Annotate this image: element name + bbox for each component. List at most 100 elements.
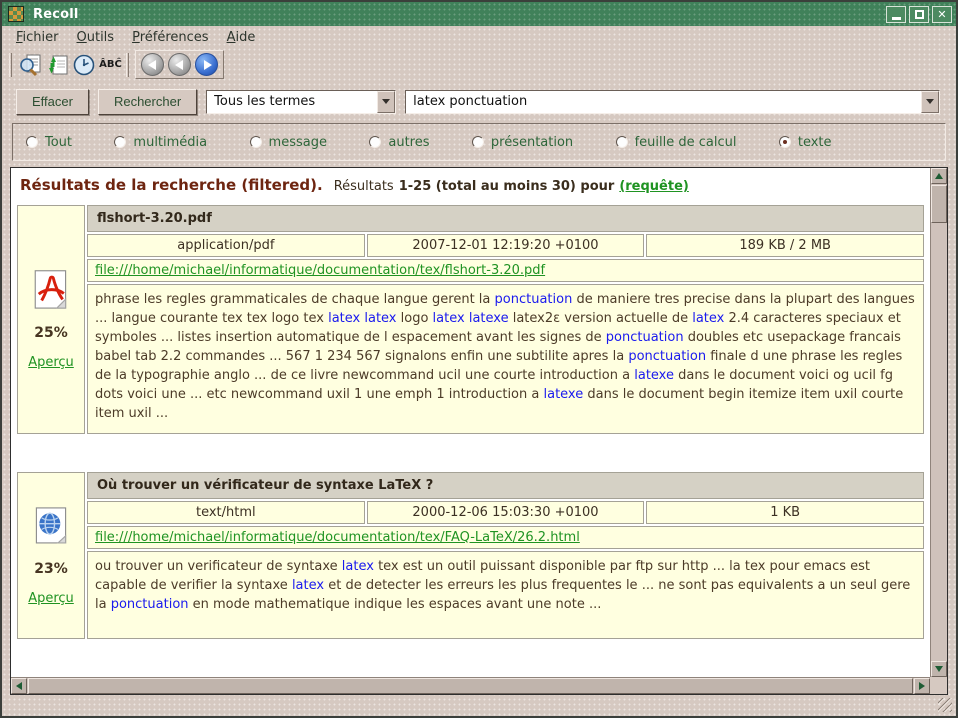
result-size: 189 KB / 2 MB (646, 234, 924, 257)
scroll-up-button[interactable] (931, 168, 947, 184)
results-list: Résultats de la recherche (filtered). Ré… (11, 168, 930, 677)
search-button[interactable]: Rechercher (98, 89, 197, 115)
document-search-icon (18, 53, 42, 77)
search-input[interactable] (406, 91, 921, 113)
result-snippet: ou trouver un verificateur de syntaxe la… (87, 551, 924, 639)
scroll-down-button[interactable] (931, 661, 947, 677)
result-url-link[interactable]: file:///home/michael/informatique/docume… (95, 263, 545, 278)
combobox-dropdown-button[interactable] (921, 91, 939, 113)
close-button[interactable]: ✕ (932, 6, 952, 23)
document-sort-icon (45, 53, 69, 77)
filter-label: autres (388, 135, 429, 150)
filter-label: texte (798, 135, 832, 150)
filter-radio-presentation[interactable]: présentation (472, 135, 573, 150)
window-controls: ✕ (886, 6, 952, 23)
vertical-scroll-track[interactable] (931, 223, 947, 661)
scrollbar-corner (930, 677, 947, 694)
scroll-right-button[interactable] (914, 678, 930, 694)
menu-label: utils (87, 30, 114, 45)
query-combobox[interactable] (405, 90, 940, 114)
result-side-panel: 23% Aperçu (17, 472, 85, 639)
clear-button[interactable]: Effacer (16, 89, 89, 115)
filter-radio-texte[interactable]: texte (779, 135, 832, 150)
combobox-dropdown-button[interactable] (377, 91, 395, 113)
relevance-percent: 25% (34, 325, 68, 341)
menu-label: ide (235, 30, 255, 45)
preview-link[interactable]: Aperçu (28, 355, 74, 370)
result-details: flshort-3.20.pdf application/pdf 2007-12… (87, 205, 924, 434)
sort-parameters-button[interactable] (43, 51, 70, 78)
maximize-button[interactable] (909, 6, 929, 23)
window-titlebar[interactable]: Recoll ✕ (2, 2, 956, 26)
horizontal-scroll-thumb[interactable] (28, 678, 913, 694)
recoll-window: Recoll ✕ Fichier Outils Préférences Aide (0, 0, 958, 718)
result-snippet: phrase les regles grammaticales de chaqu… (87, 284, 924, 434)
window-title: Recoll (33, 7, 79, 22)
search-mode-value: Tous les termes (207, 91, 377, 113)
vertical-scroll-thumb[interactable] (931, 185, 947, 223)
radio-icon (779, 136, 791, 148)
chevron-down-icon (926, 99, 934, 104)
chevron-down-icon (382, 99, 390, 104)
radio-icon (114, 136, 126, 148)
result-item: 23% Aperçu Où trouver un vérificateur de… (17, 472, 924, 639)
filter-radio-autres[interactable]: autres (369, 135, 429, 150)
result-date: 2000-12-06 15:03:30 +0100 (367, 501, 645, 524)
filter-radio-tout[interactable]: Tout (26, 135, 72, 150)
radio-icon (26, 136, 38, 148)
arrow-right-icon (204, 60, 212, 70)
result-url-row: file:///home/michael/informatique/docume… (87, 526, 924, 549)
result-meta-row: application/pdf 2007-12-01 12:19:20 +010… (87, 234, 924, 257)
result-date: 2007-12-01 12:19:20 +0100 (367, 234, 645, 257)
result-url-link[interactable]: file:///home/michael/informatique/docume… (95, 530, 580, 545)
menu-item-aide[interactable]: Aide (218, 27, 265, 48)
filter-radio-feuille-de-calcul[interactable]: feuille de calcul (616, 135, 737, 150)
arrow-down-icon (935, 666, 943, 672)
arrow-left-icon (175, 60, 183, 70)
arrow-right-icon (919, 682, 925, 690)
resize-grip-icon[interactable] (938, 698, 952, 712)
arrow-left-icon (148, 60, 156, 70)
arrow-left-icon (16, 682, 22, 690)
radio-icon (369, 136, 381, 148)
minimize-button[interactable] (886, 6, 906, 23)
filter-label: multimédia (133, 135, 207, 150)
menu-item-outils[interactable]: Outils (68, 27, 124, 48)
horizontal-scrollbar[interactable] (11, 677, 930, 694)
filter-radio-multimedia[interactable]: multimédia (114, 135, 207, 150)
radio-icon (616, 136, 628, 148)
vertical-scrollbar[interactable] (930, 168, 947, 677)
search-controls: Effacer Rechercher Tous les termes (16, 88, 940, 115)
menu-bar: Fichier Outils Préférences Aide (2, 26, 956, 49)
result-size: 1 KB (646, 501, 924, 524)
document-history-button[interactable] (70, 51, 97, 78)
result-title: Où trouver un vérificateur de syntaxe La… (87, 472, 924, 499)
results-range: 1-25 (total au moins 30) pour (399, 179, 615, 194)
previous-page-button[interactable] (168, 53, 191, 76)
menu-accel: O (77, 30, 87, 45)
radio-icon (472, 136, 484, 148)
toolbar: ÂBĈ (2, 49, 956, 80)
filter-label: feuille de calcul (635, 135, 737, 150)
result-mime: text/html (87, 501, 365, 524)
recoll-app-icon (8, 6, 24, 22)
query-details-link[interactable]: (requête) (619, 179, 689, 194)
status-bar (2, 695, 956, 716)
next-page-button[interactable] (195, 53, 218, 76)
scroll-left-button[interactable] (11, 678, 27, 694)
menu-label: références (140, 30, 209, 45)
search-mode-combobox[interactable]: Tous les termes (206, 90, 396, 114)
menu-item-preferences[interactable]: Préférences (123, 27, 217, 48)
advanced-search-button[interactable] (16, 51, 43, 78)
toolbar-grip[interactable] (126, 53, 129, 77)
filter-radio-message[interactable]: message (250, 135, 327, 150)
preview-link[interactable]: Aperçu (28, 591, 74, 606)
results-pane: Résultats de la recherche (filtered). Ré… (10, 167, 948, 695)
maximize-icon (915, 10, 924, 19)
filter-label: Tout (45, 135, 72, 150)
results-label: Résultats (334, 179, 394, 194)
toolbar-grip[interactable] (9, 53, 12, 77)
menu-item-fichier[interactable]: Fichier (7, 27, 68, 48)
term-explorer-button[interactable]: ÂBĈ (97, 51, 124, 78)
first-page-button[interactable] (141, 53, 164, 76)
